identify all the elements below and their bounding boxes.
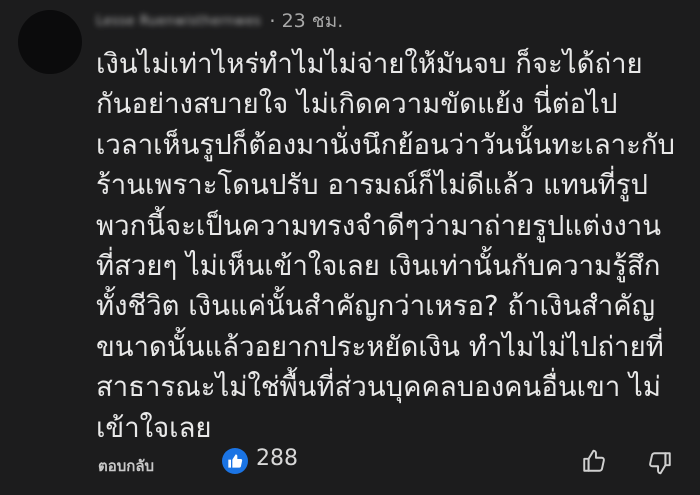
comment-timestamp[interactable]: 23 ชม. [282,6,344,36]
comment-line: ร้านเพราะโดนปรับ อารมณ์ก็ไม่ดีแล้ว แทนที… [96,169,648,202]
comment-line: เวลาเห็นรูปก็ต้องมานั่งนึกย้อนว่าวันนั้น… [96,128,676,161]
comment-line: กันอย่างสบายใจ ไม่เกิดความขัดแย้ง นี่ต่อ… [96,88,618,121]
thumbs-up-outline-icon [583,449,605,472]
like-button[interactable] [580,446,608,476]
comment-line: เงินไม่เท่าไหร่ทำไมไม่จ่ายให้มันจบ ก็จะไ… [96,48,643,80]
comment-header: Lesse Ruenwisthernwes · 23 ชม. [96,6,343,36]
like-count: 288 [256,446,298,471]
reply-button[interactable]: ตอบกลับ [98,454,154,478]
comment-line: ที่สวยๆ ไม่เห็นเข้าใจเลย เงินเท่านั้นกับ… [96,249,661,282]
author-name[interactable]: Lesse Ruenwisthernwes [96,14,267,29]
comment-line: พวกนี้จะเป็นความทรงจำดีๆว่ามาถ่ายรูปแต่ง… [96,209,662,242]
thumbs-down-outline-icon [649,452,671,475]
thumbs-up-icon [228,454,243,468]
like-reaction-badge[interactable] [222,448,248,474]
comment-text: เงินไม่เท่าไหร่ทำไมไม่จ่ายให้มันจบ ก็จะไ… [96,44,696,448]
dislike-button[interactable] [646,448,674,478]
author-avatar[interactable] [18,10,82,74]
comment-line: ขนาดนั้นแล้วอยากประหยัดเงิน ทำไมไม่ไปถ่า… [96,330,664,363]
separator-dot: · [269,9,276,33]
comment-footer: ตอบกลับ 288 [0,440,700,484]
comment-line: ทั้งชีวิต เงินแค่นั้นสำคัญกว่าเหรอ? ถ้าเ… [96,290,656,323]
comment-line: สาธารณะไม่ใช่พื้นที่ส่วนบุคคลบองคนอื่นเข… [96,371,661,404]
